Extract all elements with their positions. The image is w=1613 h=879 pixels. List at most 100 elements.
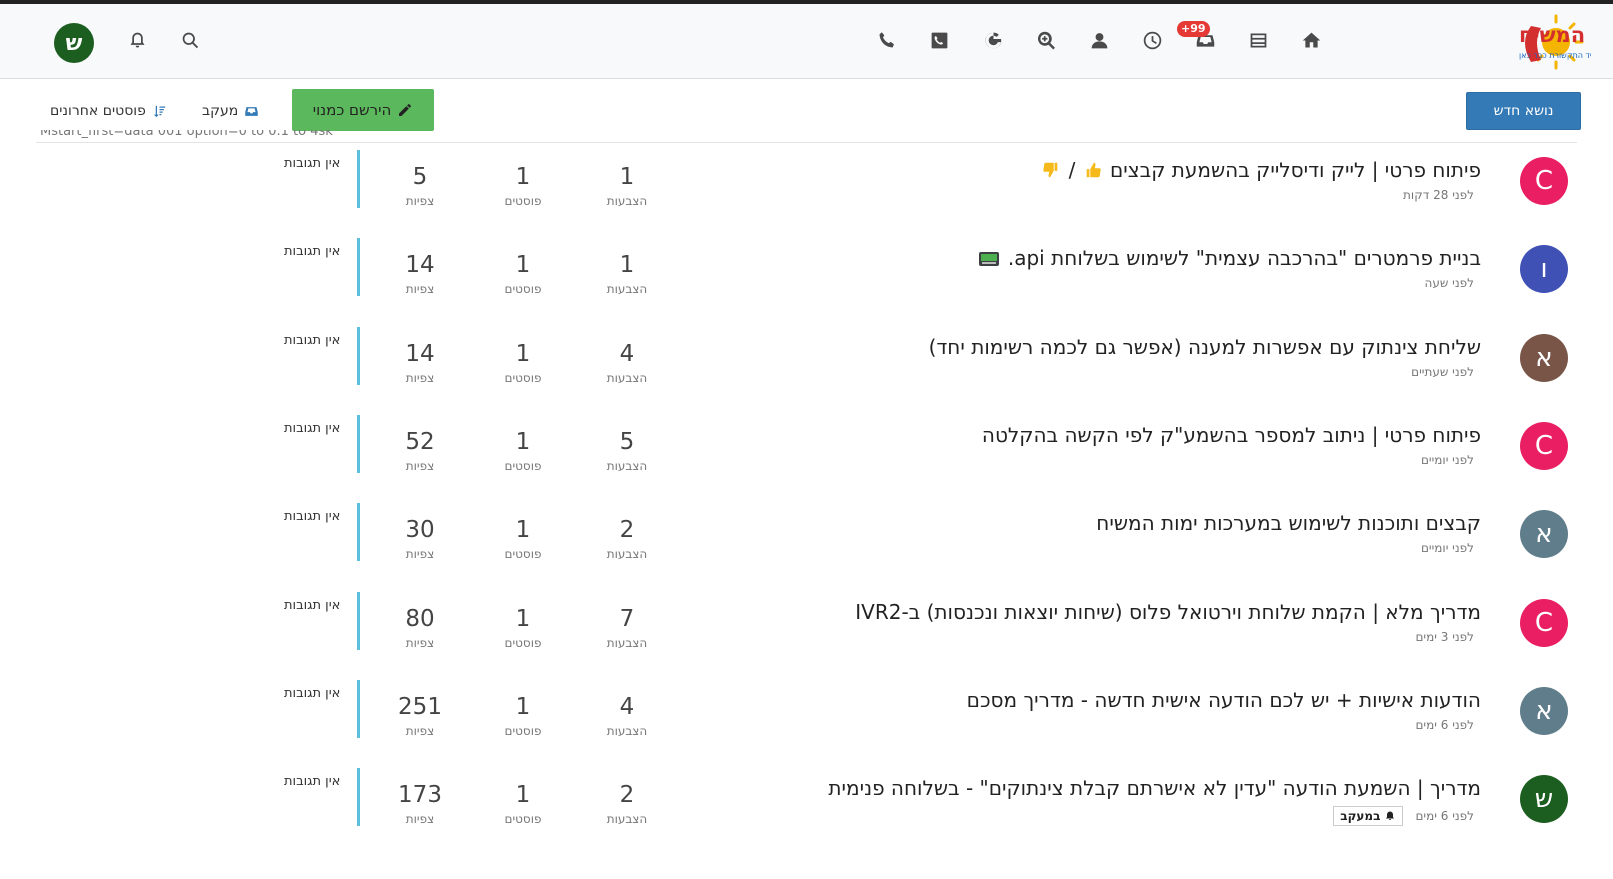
votes-label: הצבעות: [606, 194, 648, 208]
topic-meta: לפני 6 ימים במעקב: [1333, 806, 1474, 827]
topic-row[interactable]: ו בניית פרמטרים "בהרכבה עצמית" לשימוש בש…: [0, 234, 1613, 320]
bell-icon[interactable]: [121, 24, 153, 56]
topic-row[interactable]: א קבצים ותוכנות לשימוש במערכות ימות המשי…: [0, 499, 1613, 585]
thumbs-down-emoji-icon: [1042, 160, 1060, 178]
topic-title-text[interactable]: הודעות אישיות + יש לכם הודעה אישית חדשה …: [967, 688, 1481, 712]
topic-title[interactable]: פיתוח פרטי | לייק ודיסלייק בהשמעת קבצים …: [1040, 158, 1481, 182]
posts-label: פוסטים: [504, 547, 542, 562]
topic-title[interactable]: מדריך | השמעת הודעה "עדין לא אישרתם קבלת…: [828, 776, 1481, 800]
phone-square-icon[interactable]: [923, 24, 955, 56]
topic-title-text[interactable]: בניית פרמטרים "בהרכבה עצמית" לשימוש בשלו…: [1008, 246, 1481, 270]
posts-stat: 1 פוסטים: [483, 252, 563, 296]
topic-row[interactable]: C פיתוח פרטי | לייק ודיסלייק בהשמעת קבצי…: [0, 146, 1613, 232]
topic-title[interactable]: מדריך מלא | הקמת שלוחת וירטואל פלוס (שיח…: [855, 600, 1481, 624]
topic-title[interactable]: הודעות אישיות + יש לכם הודעה אישית חדשה …: [967, 688, 1481, 712]
teaser-divider: [357, 503, 360, 562]
home-icon[interactable]: [1295, 24, 1327, 56]
topic-time[interactable]: לפני 28 דקות: [1403, 188, 1474, 202]
views-stat: 80 צפיות: [380, 606, 460, 650]
posts-stat: 1 פוסטים: [483, 782, 563, 826]
topic-time[interactable]: לפני שעה: [1425, 276, 1474, 290]
views-count: 80: [405, 605, 435, 632]
search-icon[interactable]: [174, 24, 206, 56]
topic-title-text[interactable]: פיתוח פרטי | לייק ודיסלייק בהשמעת קבצים: [1110, 158, 1481, 182]
author-avatar[interactable]: C: [1520, 157, 1568, 205]
author-avatar[interactable]: א: [1520, 333, 1568, 382]
user-avatar[interactable]: ש: [54, 23, 94, 63]
votes-label: הצבעות: [606, 547, 648, 562]
topic-meta: לפני 6 ימים: [1415, 718, 1474, 732]
phone-icon[interactable]: [870, 24, 902, 56]
register-subscriber-button[interactable]: הירשם כמנוי: [292, 89, 434, 131]
topic-row[interactable]: C פיתוח פרטי | ניתוב למספר בהשמע"ק לפי ה…: [0, 411, 1613, 497]
sort-button[interactable]: פוסטים אחרונים: [50, 103, 167, 119]
votes-label: הצבעות: [606, 458, 648, 473]
no-replies-text: אין תגובות: [284, 509, 341, 525]
author-avatar[interactable]: א: [1520, 686, 1568, 735]
search-plus-icon[interactable]: [1030, 24, 1062, 56]
topic-time[interactable]: לפני 6 ימים: [1415, 809, 1474, 823]
topic-title-text[interactable]: מדריך | השמעת הודעה "עדין לא אישרתם קבלת…: [828, 776, 1481, 800]
topic-title-text[interactable]: קבצים ותוכנות לשימוש במערכות ימות המשיח: [1096, 511, 1481, 535]
votes-label: הצבעות: [606, 723, 648, 738]
topic-time[interactable]: לפני שעתיים: [1411, 365, 1474, 379]
new-topic-button[interactable]: נושא חדש: [1466, 92, 1581, 130]
author-avatar[interactable]: C: [1520, 598, 1568, 647]
table-icon[interactable]: [1242, 24, 1274, 56]
clock-icon[interactable]: [1136, 24, 1168, 56]
posts-count: 1: [515, 428, 531, 455]
teaser-divider: [357, 591, 360, 650]
views-stat: 251 צפיות: [380, 694, 460, 738]
views-count: 173: [398, 782, 442, 809]
topic-title[interactable]: קבצים ותוכנות לשימוש במערכות ימות המשיח: [1096, 511, 1481, 535]
topic-title-text[interactable]: פיתוח פרטי | ניתוב למספר בהשמע"ק לפי הקש…: [982, 423, 1481, 447]
thumbs-up-emoji-icon: [1084, 160, 1102, 178]
votes-count: 1: [619, 164, 635, 190]
posts-count: 1: [515, 693, 531, 720]
votes-label: הצבעות: [606, 635, 648, 650]
votes-label: הצבעות: [606, 370, 648, 385]
posts-stat: 1 פוסטים: [483, 164, 563, 208]
views-stat: 52 צפיות: [380, 429, 460, 473]
votes-count: 4: [619, 693, 635, 720]
votes-count: 1: [619, 252, 635, 279]
keyboard-emoji-icon: [978, 248, 1000, 267]
topic-title[interactable]: שליחת צינתוק עם אפשרות למענה (אפשר גם לכ…: [929, 335, 1481, 359]
topic-meta: לפני שעה: [1425, 276, 1474, 290]
topic-time[interactable]: לפני יומיים: [1421, 453, 1474, 467]
posts-stat: 1 פוסטים: [483, 429, 563, 473]
views-label: צפיות: [405, 194, 435, 208]
votes-label: הצבעות: [606, 282, 648, 297]
author-avatar[interactable]: ו: [1520, 245, 1568, 294]
topic-time[interactable]: לפני 3 ימים: [1415, 630, 1474, 644]
user-icon[interactable]: [1083, 24, 1115, 56]
posts-count: 1: [515, 252, 531, 279]
topic-row[interactable]: ש מדריך | השמעת הודעה "עדין לא אישרתם קב…: [0, 764, 1613, 850]
watch-button[interactable]: מעקב: [202, 103, 259, 119]
topic-title[interactable]: פיתוח פרטי | ניתוב למספר בהשמע"ק לפי הקש…: [982, 423, 1481, 447]
author-avatar[interactable]: ש: [1520, 775, 1568, 824]
svg-text:ימות המשיח: ימות המשיח: [1519, 23, 1591, 47]
google-icon[interactable]: [977, 24, 1009, 56]
bell-icon: [1386, 811, 1395, 821]
brand-logo[interactable]: ימות המשיח עתיד התקשורת כבר כאן: [1391, 12, 1613, 74]
author-avatar[interactable]: א: [1520, 510, 1568, 559]
votes-count: 2: [619, 782, 635, 809]
views-count: 52: [405, 428, 435, 455]
topic-time[interactable]: לפני 6 ימים: [1415, 718, 1474, 732]
inbox-icon[interactable]: +99: [1177, 21, 1221, 56]
topic-title[interactable]: בניית פרמטרים "בהרכבה עצמית" לשימוש בשלו…: [976, 246, 1481, 270]
teaser-divider: [357, 238, 360, 297]
topic-row[interactable]: א שליחת צינתוק עם אפשרות למענה (אפשר גם …: [0, 323, 1613, 409]
topic-title-text[interactable]: שליחת צינתוק עם אפשרות למענה (אפשר גם לכ…: [929, 335, 1481, 359]
posts-stat: 1 פוסטים: [483, 517, 563, 561]
posts-count: 1: [515, 340, 531, 367]
topic-time[interactable]: לפני יומיים: [1421, 541, 1474, 555]
views-label: צפיות: [405, 812, 435, 827]
topic-row[interactable]: C מדריך מלא | הקמת שלוחת וירטואל פלוס (ש…: [0, 588, 1613, 674]
topic-meta: לפני 28 דקות: [1403, 188, 1474, 202]
topic-row[interactable]: א הודעות אישיות + יש לכם הודעה אישית חדש…: [0, 676, 1613, 762]
pencil-icon: [399, 104, 412, 116]
topic-title-text[interactable]: מדריך מלא | הקמת שלוחת וירטואל פלוס (שיח…: [855, 600, 1481, 624]
author-avatar[interactable]: C: [1520, 421, 1568, 470]
